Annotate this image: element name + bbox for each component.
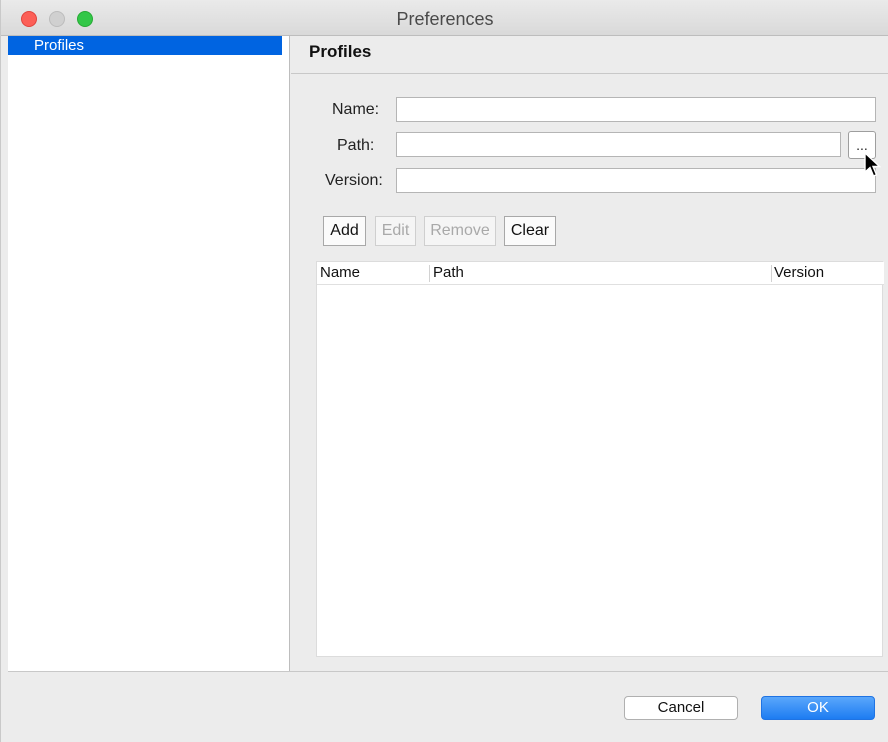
mouse-pointer-icon: [864, 151, 882, 177]
name-label: Name:: [332, 101, 380, 118]
column-divider[interactable]: [429, 265, 430, 282]
remove-button[interactable]: Remove: [424, 216, 496, 246]
cancel-button[interactable]: Cancel: [624, 696, 738, 720]
dialog-button-bar: Cancel OK: [8, 671, 888, 742]
ok-button[interactable]: OK: [761, 696, 875, 720]
edit-button[interactable]: Edit: [375, 216, 416, 246]
column-header-path[interactable]: Path: [433, 264, 464, 281]
preferences-window: Preferences Profiles Profiles Name: Path…: [0, 0, 888, 742]
version-label: Version:: [325, 172, 383, 189]
column-header-version[interactable]: Version: [774, 264, 824, 281]
clear-button[interactable]: Clear: [504, 216, 556, 246]
panel-header: Profiles: [291, 36, 888, 74]
column-header-name[interactable]: Name: [320, 264, 360, 281]
path-label: Path:: [337, 137, 375, 154]
version-field[interactable]: [396, 168, 876, 193]
table-header: Name Path Version: [317, 262, 884, 285]
name-field[interactable]: [396, 97, 876, 122]
profiles-panel: Profiles Name: Path: ... Version: Add Ed…: [291, 36, 888, 671]
title-bar[interactable]: Preferences: [1, 0, 888, 36]
window-title: Preferences: [396, 9, 494, 29]
column-divider[interactable]: [771, 265, 772, 282]
add-button[interactable]: Add: [323, 216, 366, 246]
sidebar: Profiles: [8, 36, 290, 671]
sidebar-item-profiles[interactable]: Profiles: [8, 36, 282, 55]
profiles-table[interactable]: Name Path Version: [316, 261, 884, 657]
path-field[interactable]: [396, 132, 841, 157]
panel-title: Profiles: [309, 42, 372, 61]
